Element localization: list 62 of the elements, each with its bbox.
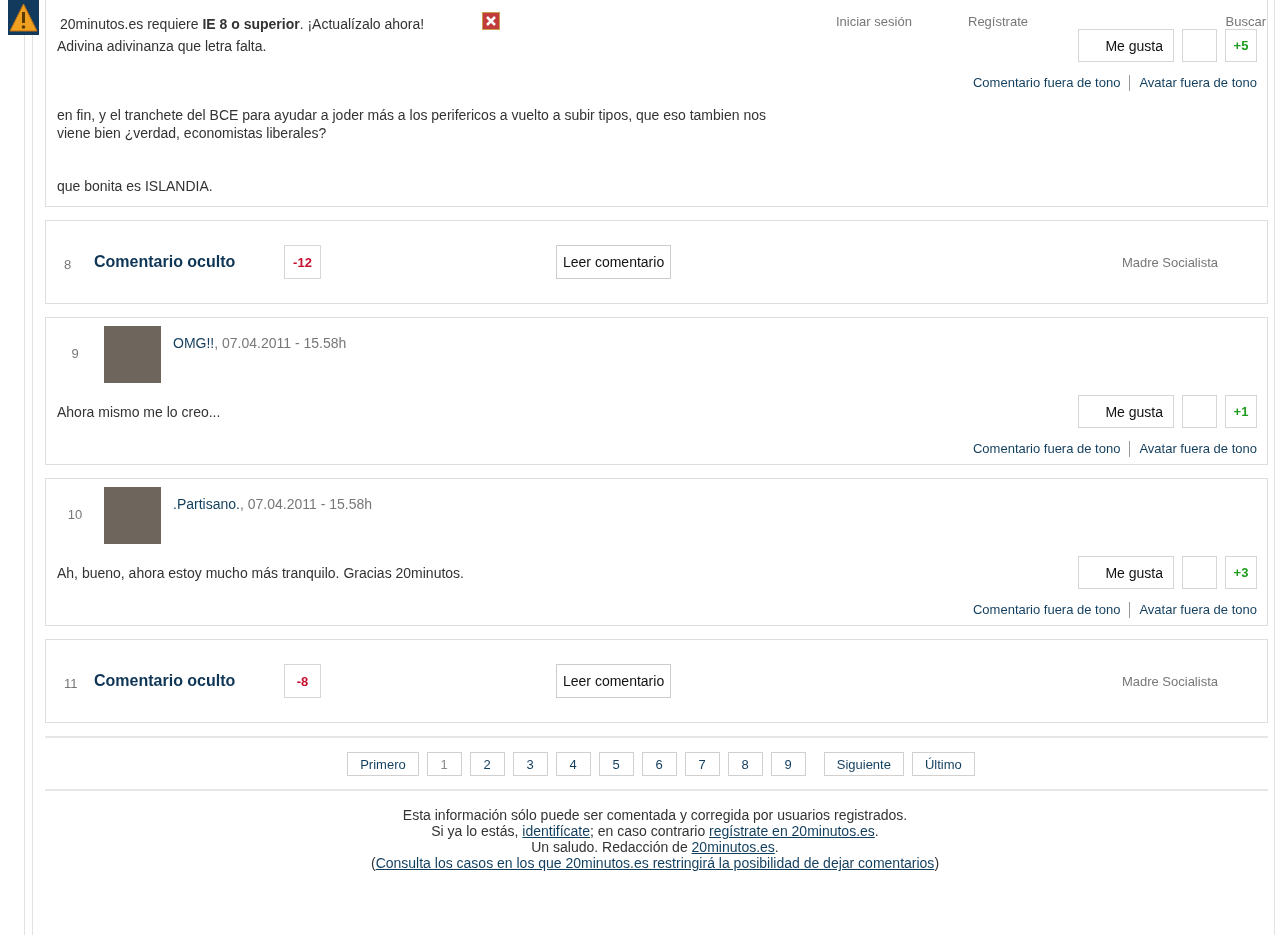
pager-nav-button[interactable]: Primero <box>347 752 419 776</box>
page-button[interactable]: 6 <box>641 752 677 776</box>
footer-sentence: Un saludo. Redacción de 20minutos.es. <box>530 839 780 855</box>
score-box: +3 <box>1225 556 1257 589</box>
warning-icon <box>8 0 39 35</box>
comment-meta: OMG!!, 07.04.2011 - 15.58h <box>173 335 347 351</box>
footer-sentence: (Consulta los casos en los que 20minutos.es restringirá la posibilidad de dejar comentarios) <box>369 855 941 871</box>
score-box: +1 <box>1225 395 1257 428</box>
comment-text: que bonita es ISLANDIA. <box>56 177 214 195</box>
register-link[interactable]: Regístrate <box>968 14 1028 29</box>
report-link[interactable]: Avatar fuera de tono <box>1139 602 1257 618</box>
page-button[interactable]: 4 <box>555 752 591 776</box>
report-link[interactable]: Avatar fuera de tono <box>1139 75 1257 91</box>
page-button[interactable]: 8 <box>727 752 763 776</box>
report-link[interactable]: Avatar fuera de tono <box>1139 441 1257 457</box>
author-name: Madre Socialista <box>1121 254 1218 270</box>
page-button[interactable]: 7 <box>684 752 720 776</box>
like-button[interactable]: Me gusta <box>1078 395 1174 428</box>
close-icon[interactable] <box>482 12 500 30</box>
login-link[interactable]: Iniciar sesión <box>836 14 912 29</box>
score-box: -12 <box>284 245 321 279</box>
pager-nav-button[interactable]: Último <box>911 752 975 776</box>
report-link[interactable]: Comentario fuera de tono <box>973 441 1121 457</box>
browser-warning-message: 20minutos.es requiere IE 8 o superior. ¡Actualízalo ahora! <box>60 16 425 32</box>
pager-nav-button[interactable]: Siguiente <box>823 752 904 776</box>
report-link[interactable]: Comentario fuera de tono <box>973 602 1121 618</box>
comment-number: 9 <box>70 346 80 361</box>
comment-number: 10 <box>66 507 84 522</box>
like-button[interactable]: Me gusta <box>1078 556 1174 589</box>
author-link[interactable]: .Partisano. <box>173 496 240 512</box>
like-button[interactable]: Me gusta <box>1078 29 1174 62</box>
footer-link[interactable]: 20minutos.es <box>691 839 775 855</box>
page-button[interactable]: 3 <box>512 752 548 776</box>
footer-sentence: Si ya lo estás, identifícate; en caso contrario regístrate en 20minutos.es. <box>430 823 880 839</box>
vote-box[interactable] <box>1182 29 1217 62</box>
score-box: +5 <box>1225 29 1257 62</box>
comment-text: Adivina adivinanza que letra falta. <box>57 37 267 54</box>
footer-link[interactable]: identifícate <box>522 823 590 839</box>
comment-number: 8 <box>64 256 73 272</box>
comment-number: 11 <box>64 675 79 691</box>
search-link[interactable]: Buscar <box>1225 14 1266 29</box>
comment-text: Ah, bueno, ahora estoy mucho más tranquilo. Gracias 20minutos. <box>57 564 464 581</box>
footer-link[interactable]: Consulta los casos en los que 20minutos.es restringirá la posibilidad de dejar comentarios <box>375 855 935 871</box>
score-box: -8 <box>284 664 321 698</box>
hidden-comment-title: Comentario oculto <box>94 672 237 690</box>
author-link[interactable]: OMG!! <box>173 335 215 351</box>
comment-meta: .Partisano., 07.04.2011 - 15.58h <box>173 496 372 512</box>
page-button[interactable]: 9 <box>770 752 806 776</box>
comment-text: en fin, y el tranchete del BCE para ayudar a joder más a los perifericos a vuelto a subir tipos, que eso tambien nos viene bien ¿verdad, economistas liberales? <box>56 106 767 142</box>
read-comment-button[interactable]: Leer comentario <box>556 245 672 279</box>
author-name: Madre Socialista <box>1121 673 1218 689</box>
footer-sentence: Esta información sólo puede ser comentada y corregida por usuarios registrados. <box>401 807 909 823</box>
page-button[interactable]: 5 <box>598 752 634 776</box>
footer-link[interactable]: regístrate en 20minutos.es <box>709 823 875 839</box>
page-button[interactable]: 1 <box>426 752 462 776</box>
hidden-comment-title: Comentario oculto <box>94 253 237 271</box>
vote-box[interactable] <box>1182 556 1217 589</box>
read-comment-button[interactable]: Leer comentario <box>556 664 672 698</box>
vote-box[interactable] <box>1182 395 1217 428</box>
comment-text: Ahora mismo me lo creo... <box>57 403 221 420</box>
page-button[interactable]: 2 <box>469 752 505 776</box>
report-link[interactable]: Comentario fuera de tono <box>973 75 1121 91</box>
